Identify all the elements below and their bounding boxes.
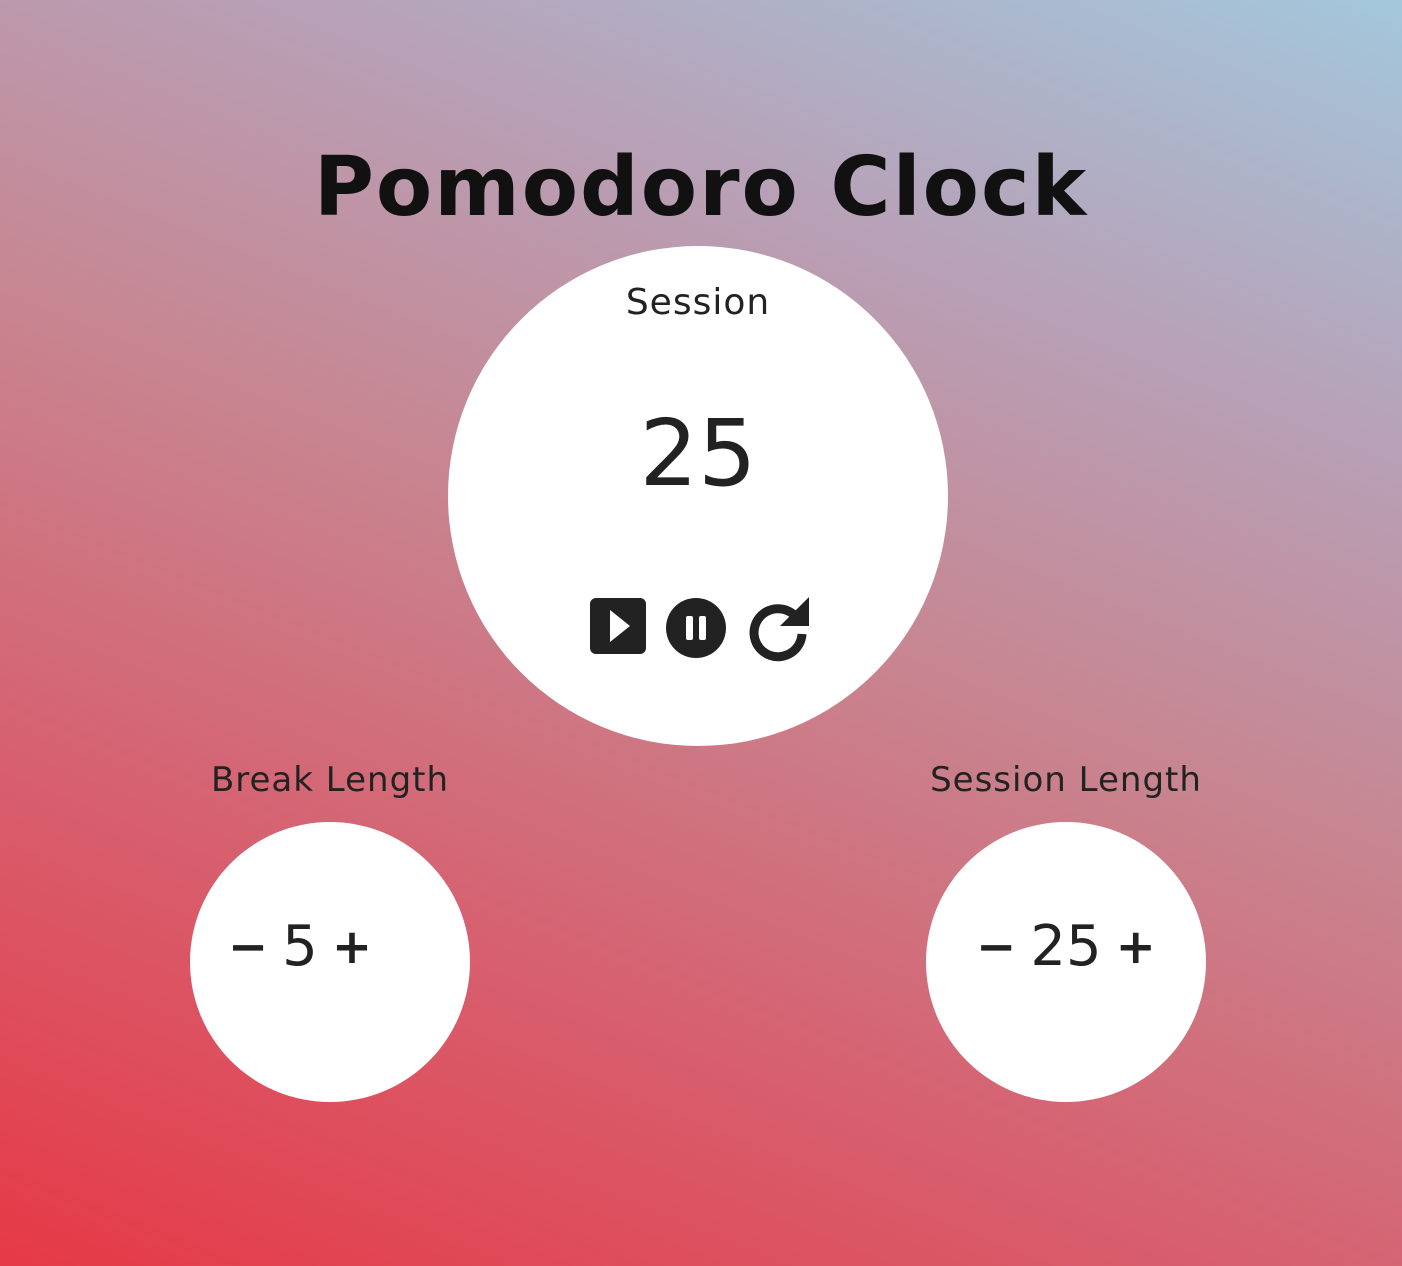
session-length-value: 25 <box>1030 914 1102 979</box>
session-increment-button[interactable]: + <box>1116 923 1156 971</box>
break-length-circle: − 5 + <box>190 822 470 1102</box>
pause-icon <box>666 598 726 658</box>
session-length-label: Session Length <box>930 760 1202 800</box>
play-button[interactable] <box>588 596 650 658</box>
play-icon <box>590 598 646 654</box>
break-length-value: 5 <box>282 914 318 979</box>
session-length-circle: − 25 + <box>926 822 1206 1102</box>
timer-controls <box>588 596 818 662</box>
pause-button[interactable] <box>665 596 727 658</box>
break-increment-button[interactable]: + <box>332 923 372 971</box>
reset-button[interactable] <box>746 596 809 662</box>
timer-label: Session <box>625 282 771 323</box>
session-decrement-button[interactable]: − <box>976 923 1016 971</box>
timer-display: 25 <box>639 400 757 507</box>
redo-icon <box>749 597 809 662</box>
break-length-adjuster: − 5 + <box>160 912 440 982</box>
session-length-adjuster: − 25 + <box>926 912 1206 982</box>
app-title: Pomodoro Clock <box>313 139 1089 235</box>
break-length-label: Break Length <box>210 760 450 800</box>
break-decrement-button[interactable]: − <box>228 923 268 971</box>
